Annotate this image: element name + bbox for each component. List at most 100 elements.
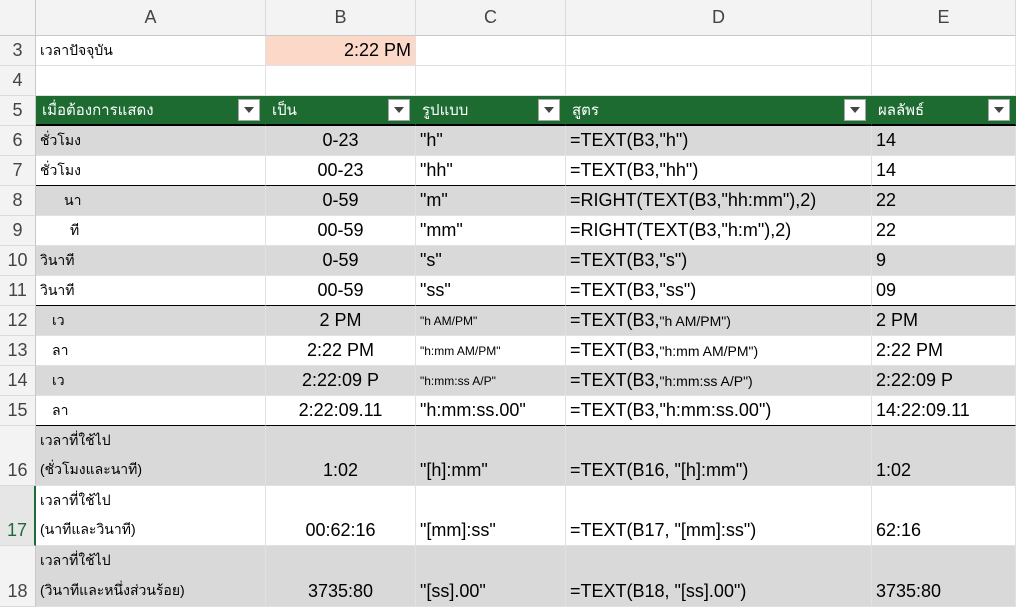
table-cell[interactable]: 0-59 — [266, 186, 416, 216]
table-cell[interactable]: เวลาที่ใช้ไป (ชั่วโมงและนาที) — [36, 426, 266, 486]
table-cell[interactable]: "h:mm AM/PM" — [416, 336, 566, 366]
row-header[interactable]: 18 — [0, 546, 36, 607]
row-header[interactable]: 5 — [0, 96, 36, 126]
table-cell[interactable]: =TEXT(B3,"h:mm:ss.00") — [566, 396, 872, 426]
column-header-d[interactable]: D — [566, 0, 872, 36]
table-cell[interactable]: 00-59 — [266, 276, 416, 306]
table-cell[interactable]: 0-59 — [266, 246, 416, 276]
table-cell[interactable]: =TEXT(B18, "[ss].00") — [566, 546, 872, 607]
row-header[interactable]: 8 — [0, 186, 36, 216]
row-header[interactable]: 13 — [0, 336, 36, 366]
table-cell[interactable]: 2 PM — [872, 306, 1016, 336]
row-header-selected[interactable]: 17 — [0, 486, 36, 546]
table-cell[interactable]: =RIGHT(TEXT(B3,"h:m"),2) — [566, 216, 872, 246]
row-header[interactable]: 15 — [0, 396, 36, 426]
filter-dropdown-icon[interactable] — [844, 99, 866, 121]
cell-b3-current-time[interactable]: 2:22 PM — [266, 36, 416, 66]
row-header[interactable]: 12 — [0, 306, 36, 336]
table-cell[interactable]: 1:02 — [872, 426, 1016, 486]
table-cell[interactable]: "h:mm:ss A/P" — [416, 366, 566, 396]
column-header-c[interactable]: C — [416, 0, 566, 36]
table-cell[interactable]: "ss" — [416, 276, 566, 306]
row-header[interactable]: 14 — [0, 366, 36, 396]
table-cell[interactable]: 3735:80 — [872, 546, 1016, 607]
table-cell[interactable]: =TEXT(B3, "h:mm:ss A/P") — [566, 366, 872, 396]
table-cell[interactable]: 14 — [872, 126, 1016, 156]
table-cell[interactable]: 9 — [872, 246, 1016, 276]
filter-dropdown-icon[interactable] — [988, 99, 1010, 121]
cell-c4[interactable] — [416, 66, 566, 96]
table-cell[interactable]: 2 PM — [266, 306, 416, 336]
filter-dropdown-icon[interactable] — [388, 99, 410, 121]
table-cell[interactable]: 14:22:09.11 — [872, 396, 1016, 426]
table-cell[interactable]: 22 — [872, 186, 1016, 216]
table-cell[interactable]: ชั่วโมง — [36, 156, 266, 186]
filter-dropdown-icon[interactable] — [238, 99, 260, 121]
table-cell[interactable]: 2:22 PM — [872, 336, 1016, 366]
cell-b4[interactable] — [266, 66, 416, 96]
row-header[interactable]: 16 — [0, 426, 36, 486]
row-header[interactable]: 10 — [0, 246, 36, 276]
cell-c3[interactable] — [416, 36, 566, 66]
table-cell[interactable]: เว — [36, 306, 266, 336]
table-cell[interactable]: วินาที — [36, 246, 266, 276]
table-cell[interactable]: =TEXT(B17, "[mm]:ss") — [566, 486, 872, 546]
cell-d4[interactable] — [566, 66, 872, 96]
column-header-a[interactable]: A — [36, 0, 266, 36]
table-cell[interactable]: =TEXT(B3,"hh") — [566, 156, 872, 186]
table-cell[interactable]: "h" — [416, 126, 566, 156]
table-cell[interactable]: =TEXT(B16, "[h]:mm") — [566, 426, 872, 486]
table-cell[interactable]: "h:mm:ss.00" — [416, 396, 566, 426]
table-cell[interactable]: นา — [36, 186, 266, 216]
table-cell[interactable]: 1:02 — [266, 426, 416, 486]
table-cell[interactable]: "hh" — [416, 156, 566, 186]
table-cell[interactable]: 62:16 — [872, 486, 1016, 546]
table-cell[interactable]: 2:22:09.11 — [266, 396, 416, 426]
table-cell[interactable]: 2:22:09 P — [872, 366, 1016, 396]
table-cell[interactable]: 22 — [872, 216, 1016, 246]
table-cell[interactable]: =TEXT(B3, "h AM/PM") — [566, 306, 872, 336]
table-cell[interactable]: 0-23 — [266, 126, 416, 156]
cell-a4[interactable] — [36, 66, 266, 96]
table-cell[interactable]: เวลาที่ใช้ไป (นาทีและวินาที) — [36, 486, 266, 546]
table-cell[interactable]: =TEXT(B3, "h:mm AM/PM") — [566, 336, 872, 366]
table-cell[interactable]: ลา — [36, 336, 266, 366]
row-header[interactable]: 4 — [0, 66, 36, 96]
table-cell[interactable]: "[mm]:ss" — [416, 486, 566, 546]
table-cell[interactable]: 14 — [872, 156, 1016, 186]
table-cell[interactable]: 2:22 PM — [266, 336, 416, 366]
table-cell[interactable]: วินาที — [36, 276, 266, 306]
table-cell[interactable]: 2:22:09 P — [266, 366, 416, 396]
table-cell[interactable]: "[ss].00" — [416, 546, 566, 607]
table-cell[interactable]: =TEXT(B3,"h") — [566, 126, 872, 156]
cell-a3[interactable]: เวลาปัจจุบัน — [36, 36, 266, 66]
table-cell[interactable]: "s" — [416, 246, 566, 276]
row-header[interactable]: 9 — [0, 216, 36, 246]
filter-dropdown-icon[interactable] — [538, 99, 560, 121]
table-cell[interactable]: ชั่วโมง — [36, 126, 266, 156]
table-cell[interactable]: "h AM/PM" — [416, 306, 566, 336]
table-cell[interactable]: "[h]:mm" — [416, 426, 566, 486]
table-cell[interactable]: 00:62:16 — [266, 486, 416, 546]
table-cell[interactable]: ลา — [36, 396, 266, 426]
cell-d3[interactable] — [566, 36, 872, 66]
select-all-corner[interactable] — [0, 0, 36, 36]
table-cell[interactable]: เว — [36, 366, 266, 396]
column-header-b[interactable]: B — [266, 0, 416, 36]
table-cell[interactable]: 3735:80 — [266, 546, 416, 607]
row-header[interactable]: 7 — [0, 156, 36, 186]
table-cell[interactable]: 00-59 — [266, 216, 416, 246]
table-cell[interactable]: 09 — [872, 276, 1016, 306]
row-header[interactable]: 11 — [0, 276, 36, 306]
table-cell[interactable]: เวลาที่ใช้ไป (วินาทีและหนึ่งส่วนร้อย) — [36, 546, 266, 607]
row-header[interactable]: 3 — [0, 36, 36, 66]
column-header-e[interactable]: E — [872, 0, 1016, 36]
cell-e3[interactable] — [872, 36, 1016, 66]
cell-e4[interactable] — [872, 66, 1016, 96]
row-header[interactable]: 6 — [0, 126, 36, 156]
table-cell[interactable]: =TEXT(B3,"ss") — [566, 276, 872, 306]
table-cell[interactable]: 00-23 — [266, 156, 416, 186]
table-cell[interactable]: "m" — [416, 186, 566, 216]
table-cell[interactable]: =RIGHT(TEXT(B3,"hh:mm"),2) — [566, 186, 872, 216]
table-cell[interactable]: =TEXT(B3,"s") — [566, 246, 872, 276]
